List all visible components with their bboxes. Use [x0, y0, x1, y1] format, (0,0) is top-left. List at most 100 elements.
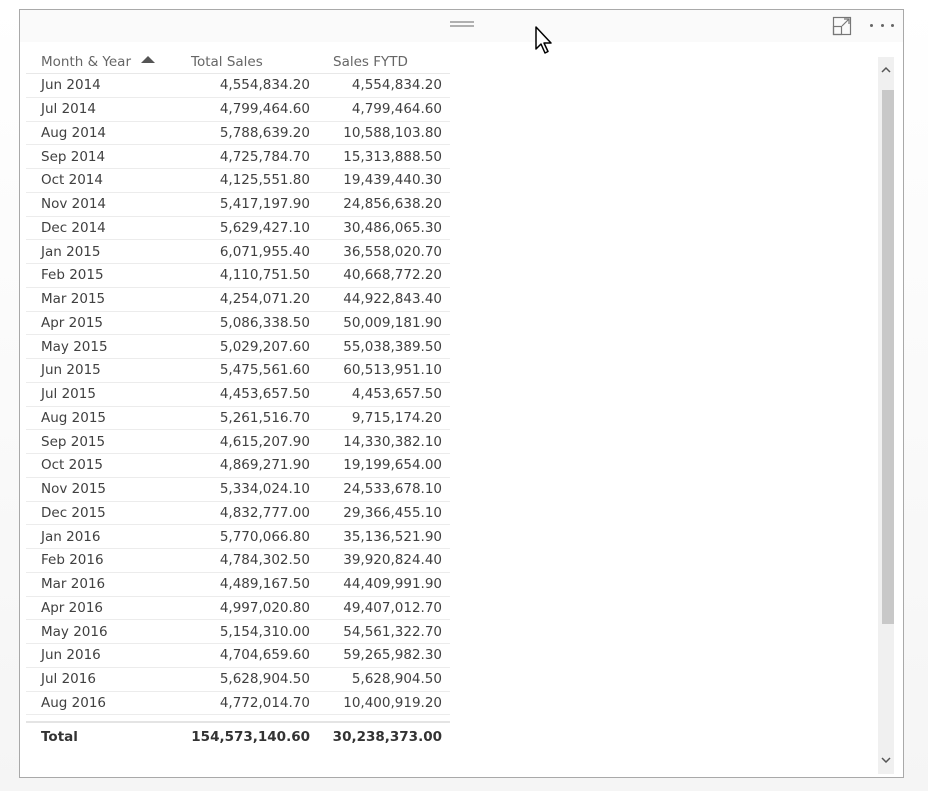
table-row[interactable]: Jun 2016 4,704,659.60 59,265,982.30	[26, 644, 450, 668]
focus-mode-button[interactable]	[832, 16, 852, 36]
cell-total-sales: 5,628,904.50	[219, 671, 310, 688]
cell-month-year: Sep 2014	[41, 148, 106, 165]
column-header-month-year[interactable]: Month & Year	[26, 54, 186, 70]
cell-month-year: Apr 2015	[41, 314, 104, 331]
cell-month-year: Dec 2015	[41, 504, 106, 521]
cell-month-year: Apr 2016	[41, 599, 104, 616]
table-row[interactable]: Apr 2015 5,086,338.50 50,009,181.90	[26, 312, 450, 336]
cell-sales-fytd: 4,453,657.50	[351, 386, 442, 403]
table-body: Jun 2014 4,554,834.20 4,554,834.20 Jul 2014…	[26, 74, 450, 716]
cell-sales-fytd: 36,558,020.70	[343, 243, 442, 260]
cell-month-year: Jun 2015	[41, 362, 101, 379]
cell-total-sales: 4,869,271.90	[219, 457, 310, 474]
cell-sales-fytd: 14,330,382.10	[343, 433, 442, 450]
cell-month-year: Oct 2015	[41, 457, 103, 474]
table-row[interactable]: Oct 2015 4,869,271.90 19,199,654.00	[26, 454, 450, 478]
total-row: Total 154,573,140.60 30,238,373.00	[26, 723, 450, 751]
cell-month-year: Aug 2015	[41, 409, 107, 426]
table-row[interactable]: Jun 2014 4,554,834.20 4,554,834.20	[26, 74, 450, 98]
cell-total-sales: 4,110,751.50	[219, 267, 310, 284]
cell-sales-fytd: 15,313,888.50	[343, 148, 442, 165]
cell-sales-fytd: 19,439,440.30	[343, 172, 442, 189]
cell-sales-fytd: 24,533,678.10	[343, 481, 442, 498]
total-divider	[26, 715, 450, 724]
chevron-up-icon	[881, 66, 891, 73]
total-sales-value: 154,573,140.60	[191, 729, 310, 746]
cell-total-sales: 5,261,516.70	[219, 409, 310, 426]
cell-sales-fytd: 35,136,521.90	[343, 528, 442, 545]
cell-month-year: Jul 2015	[41, 386, 96, 403]
table-row[interactable]: Jul 2014 4,799,464.60 4,799,464.60	[26, 98, 450, 122]
drag-handle-icon[interactable]	[450, 21, 474, 27]
cell-total-sales: 5,154,310.00	[219, 623, 310, 640]
table-row[interactable]: Nov 2014 5,417,197.90 24,856,638.20	[26, 193, 450, 217]
table-row[interactable]: Dec 2014 5,629,427.10 30,486,065.30	[26, 217, 450, 241]
cell-month-year: Nov 2015	[41, 481, 106, 498]
cell-sales-fytd: 55,038,389.50	[343, 338, 442, 355]
scroll-thumb[interactable]	[882, 90, 894, 624]
cell-sales-fytd: 29,366,455.10	[343, 504, 442, 521]
focus-mode-icon	[832, 16, 852, 36]
table-row[interactable]: Nov 2015 5,334,024.10 24,533,678.10	[26, 478, 450, 502]
cell-total-sales: 4,125,551.80	[219, 172, 310, 189]
cell-total-sales: 4,725,784.70	[219, 148, 310, 165]
cell-sales-fytd: 24,856,638.20	[343, 196, 442, 213]
table-row[interactable]: Mar 2015 4,254,071.20 44,922,843.40	[26, 288, 450, 312]
cell-month-year: Aug 2016	[41, 694, 107, 711]
table-row[interactable]: Dec 2015 4,832,777.00 29,366,455.10	[26, 502, 450, 526]
table-row[interactable]: Jul 2015 4,453,657.50 4,453,657.50	[26, 383, 450, 407]
cell-total-sales: 5,788,639.20	[219, 124, 310, 141]
cell-month-year: Nov 2014	[41, 196, 106, 213]
cell-sales-fytd: 44,922,843.40	[343, 291, 442, 308]
cell-total-sales: 5,629,427.10	[219, 219, 310, 236]
cell-total-sales: 4,784,302.50	[219, 552, 310, 569]
cell-sales-fytd: 49,407,012.70	[343, 599, 442, 616]
scroll-up-button[interactable]	[878, 60, 894, 80]
table-row[interactable]: Feb 2015 4,110,751.50 40,668,772.20	[26, 264, 450, 288]
table-row[interactable]: Aug 2016 4,772,014.70 10,400,919.20	[26, 692, 450, 716]
table-row[interactable]: May 2016 5,154,310.00 54,561,322.70	[26, 620, 450, 644]
table-row[interactable]: Jul 2016 5,628,904.50 5,628,904.50	[26, 668, 450, 692]
table-row[interactable]: Oct 2014 4,125,551.80 19,439,440.30	[26, 169, 450, 193]
cell-sales-fytd: 5,628,904.50	[351, 671, 442, 688]
table-row[interactable]: Jan 2016 5,770,066.80 35,136,521.90	[26, 525, 450, 549]
table-row[interactable]: Sep 2015 4,615,207.90 14,330,382.10	[26, 430, 450, 454]
table-row[interactable]: Mar 2016 4,489,167.50 44,409,991.90	[26, 573, 450, 597]
cell-month-year: May 2015	[41, 338, 108, 355]
cell-sales-fytd: 9,715,174.20	[351, 409, 442, 426]
table-visual[interactable]: Month & Year Total Sales Sales FYTD Jun …	[19, 9, 904, 778]
more-options-button[interactable]	[868, 18, 896, 32]
table-row[interactable]: Aug 2015 5,261,516.70 9,715,174.20	[26, 407, 450, 431]
table-row[interactable]: Feb 2016 4,784,302.50 39,920,824.40	[26, 549, 450, 573]
table-row[interactable]: Apr 2016 4,997,020.80 49,407,012.70	[26, 597, 450, 621]
vertical-scrollbar[interactable]	[878, 57, 894, 774]
cell-month-year: Feb 2015	[41, 267, 104, 284]
table-header-row: Month & Year Total Sales Sales FYTD	[26, 51, 450, 74]
table-row[interactable]: Jun 2015 5,475,561.60 60,513,951.10	[26, 359, 450, 383]
cell-total-sales: 4,997,020.80	[219, 599, 310, 616]
more-options-icon	[870, 23, 873, 27]
table-row[interactable]: Sep 2014 4,725,784.70 15,313,888.50	[26, 145, 450, 169]
cell-total-sales: 4,799,464.60	[219, 101, 310, 118]
table-row[interactable]: May 2015 5,029,207.60 55,038,389.50	[26, 335, 450, 359]
total-label: Total	[41, 729, 78, 746]
column-header-total-sales[interactable]: Total Sales	[186, 54, 318, 70]
cell-total-sales: 4,489,167.50	[219, 576, 310, 593]
cell-sales-fytd: 10,400,919.20	[343, 694, 442, 711]
sort-ascending-icon[interactable]	[141, 56, 156, 63]
cell-month-year: Dec 2014	[41, 219, 106, 236]
cell-total-sales: 4,772,014.70	[219, 694, 310, 711]
cell-total-sales: 4,554,834.20	[219, 77, 310, 94]
cell-total-sales: 5,086,338.50	[219, 314, 310, 331]
table-row[interactable]: Jan 2015 6,071,955.40 36,558,020.70	[26, 240, 450, 264]
cell-month-year: Aug 2014	[41, 124, 107, 141]
cell-sales-fytd: 59,265,982.30	[343, 647, 442, 664]
cell-total-sales: 4,832,777.00	[219, 504, 310, 521]
column-header-sales-fytd[interactable]: Sales FYTD	[318, 54, 450, 70]
table-row[interactable]: Aug 2014 5,788,639.20 10,588,103.80	[26, 122, 450, 146]
data-table: Month & Year Total Sales Sales FYTD Jun …	[26, 51, 450, 751]
cell-sales-fytd: 40,668,772.20	[343, 267, 442, 284]
cell-total-sales: 5,770,066.80	[219, 528, 310, 545]
cell-total-sales: 5,475,561.60	[219, 362, 310, 379]
scroll-down-button[interactable]	[878, 750, 894, 770]
